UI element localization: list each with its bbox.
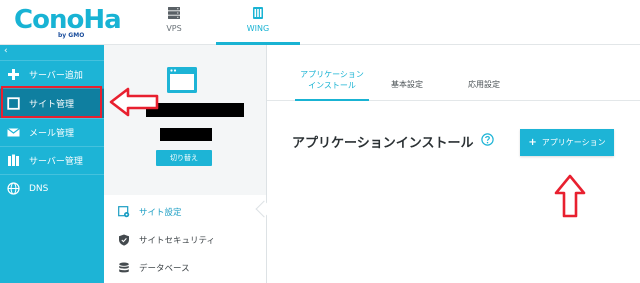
tab-label-line1: アプリケーション — [300, 70, 364, 79]
subtab-bar: アプリケーション インストール 基本設定 応用設定 — [267, 45, 640, 101]
site-menu-database[interactable]: データベース — [118, 258, 190, 278]
tab-label-line2: インストール — [308, 81, 356, 90]
redacted-site-name — [146, 103, 244, 117]
globe-icon — [7, 182, 20, 195]
add-application-label: アプリケーション — [541, 138, 606, 147]
sidebar-item-mail-management[interactable]: メール管理 — [0, 118, 104, 146]
tab-vps[interactable]: VPS — [148, 0, 200, 45]
servers-icon — [8, 154, 19, 166]
main-content: アプリケーション インストール 基本設定 応用設定 アプリケーションインストール… — [267, 45, 640, 283]
site-menu-label: データベース — [139, 264, 190, 274]
sidebar-item-add-server[interactable]: サーバー追加 — [0, 60, 104, 88]
logo-word: ConoHa — [14, 5, 122, 35]
tab-advanced-settings[interactable]: 応用設定 — [454, 69, 514, 101]
page-title: アプリケーションインストール — [292, 136, 474, 151]
sidebar-item-server-management[interactable]: サーバー管理 — [0, 146, 104, 174]
sidebar-item-label: サーバー追加 — [29, 71, 83, 81]
annotation-arrow-up-icon — [554, 174, 586, 218]
redacted-site-domain — [160, 128, 212, 141]
site-menu: サイト設定 サイトセキュリティ データベース — [104, 195, 266, 283]
site-settings-icon — [118, 206, 130, 218]
plus-icon — [8, 69, 19, 80]
browser-window-icon — [167, 67, 197, 93]
top-header: ConoHa by GMO VPS WING — [0, 0, 640, 45]
sidebar-item-label: サーバー管理 — [29, 157, 83, 167]
collapse-sidebar-icon[interactable]: ‹ — [4, 46, 8, 56]
tab-wing[interactable]: WING — [216, 0, 300, 45]
site-menu-site-security[interactable]: サイトセキュリティ — [118, 230, 215, 250]
logo-subtext: by GMO — [58, 32, 85, 39]
site-menu-label: サイトセキュリティ — [139, 236, 215, 246]
annotation-arrow-left-icon — [109, 87, 159, 117]
site-panel: 切り替え サイト設定 サイトセキュリティ データベース — [104, 45, 273, 283]
wing-server-icon — [253, 7, 263, 19]
tab-application-install[interactable]: アプリケーション インストール — [295, 69, 369, 101]
switch-site-button[interactable]: 切り替え — [156, 150, 212, 166]
annotation-highlight-box — [1, 86, 102, 118]
sidebar-item-label: DNS — [29, 183, 49, 194]
conoha-control-panel: ConoHa by GMO VPS WING ‹ サーバー追加 サイト管理 メー… — [0, 0, 640, 283]
sidebar: ‹ サーバー追加 サイト管理 メール管理 サーバー管理 DNS — [0, 45, 104, 283]
tab-vps-label: VPS — [166, 24, 182, 33]
site-menu-site-settings[interactable]: サイト設定 — [118, 202, 182, 222]
site-menu-label: サイト設定 — [139, 208, 182, 218]
sidebar-item-label: メール管理 — [29, 129, 75, 139]
plus-icon: + — [528, 136, 537, 148]
tab-wing-label: WING — [246, 24, 270, 33]
tab-basic-settings[interactable]: 基本設定 — [382, 69, 432, 101]
add-application-button[interactable]: + アプリケーション — [520, 129, 614, 156]
help-icon[interactable] — [481, 133, 494, 146]
shield-icon — [119, 234, 129, 246]
server-icon — [168, 7, 180, 19]
database-icon — [119, 262, 129, 273]
sidebar-item-dns[interactable]: DNS — [0, 174, 104, 202]
conoha-logo[interactable]: ConoHa by GMO — [14, 5, 122, 41]
mail-icon — [7, 128, 20, 137]
